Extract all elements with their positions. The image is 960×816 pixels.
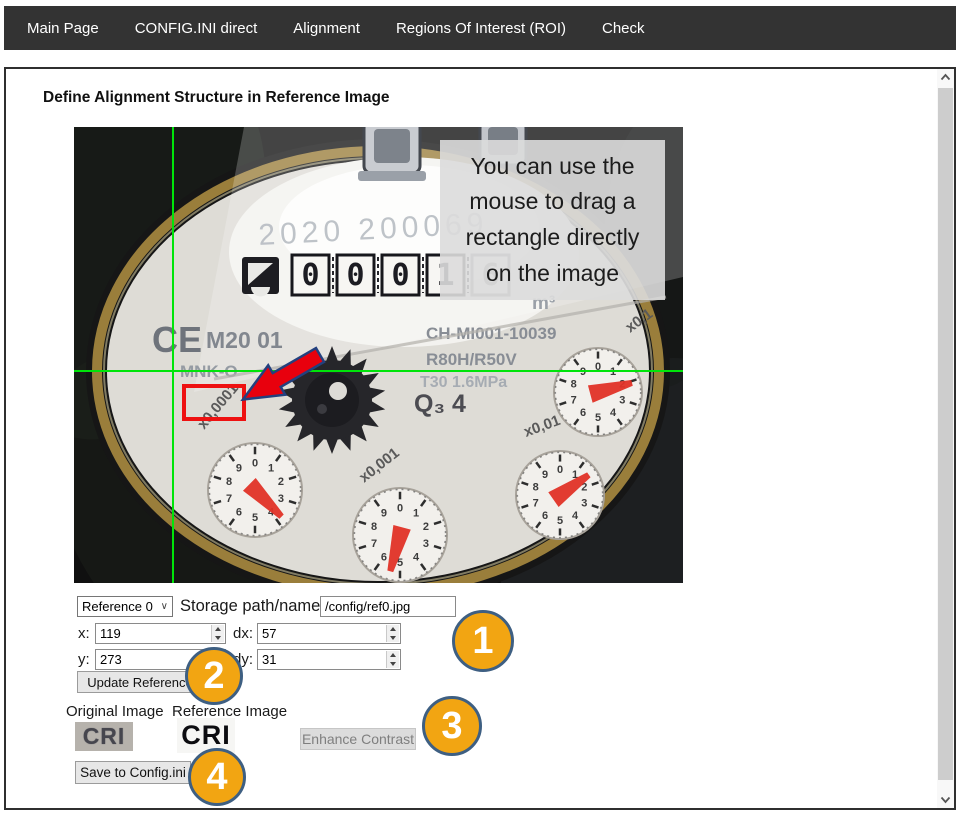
svg-text:0: 0 [557,464,563,476]
odometer-digit-box: 0 [382,255,423,295]
odometer-digit-box: 0 [337,255,378,295]
storage-path-label: Storage path/name: [180,597,325,616]
nav-regions-of-interest[interactable]: Regions Of Interest (ROI) [396,20,566,37]
svg-text:8: 8 [571,379,577,391]
meter-approval: M20 01 [206,327,283,353]
svg-text:0: 0 [397,502,403,514]
svg-text:5: 5 [595,412,601,424]
svg-text:6: 6 [236,507,242,519]
reference-image-canvas[interactable]: 2020 200069 00016 m³ CE M20 01 CH-MI001-… [74,127,683,583]
save-to-config-button[interactable]: Save to Config.ini [75,761,191,784]
svg-text:0: 0 [301,258,319,293]
tooltip-line: You can use the [440,149,665,185]
dy-spinner[interactable] [386,651,399,668]
storage-path-field-wrap [320,596,456,617]
chevron-down-icon: ∨ [161,601,168,612]
x-input[interactable] [96,624,225,643]
tooltip-line: mouse to drag a [440,184,665,220]
svg-text:1: 1 [268,462,274,474]
step-annotation-3: 3 [422,696,482,756]
y-label: y: [78,651,90,668]
dx-label: dx: [233,625,253,642]
reference-select-value: Reference 0 [82,599,153,614]
scrollbar-down-arrow-icon[interactable] [937,791,954,808]
app-root: Main Page CONFIG.INI direct Alignment Re… [0,0,960,816]
svg-text:4: 4 [572,510,579,522]
reference-select[interactable]: Reference 0 ∨ [77,596,173,617]
svg-text:5: 5 [252,512,258,524]
dx-input[interactable] [258,624,400,643]
svg-text:7: 7 [226,493,232,505]
frame-scrollbar [937,69,954,808]
svg-text:9: 9 [542,469,548,481]
svg-text:2: 2 [278,476,284,488]
dx-spinner[interactable] [386,625,399,642]
drag-hint-tooltip: You can use the mouse to drag a rectangl… [440,140,665,300]
page-title: Define Alignment Structure in Reference … [43,89,390,107]
enhance-contrast-button[interactable]: Enhance Contrast [300,728,416,750]
meter-model-code: CH-MI001-10039 [426,324,556,343]
odometer-digit-box: 0 [292,255,333,295]
svg-text:3: 3 [278,493,284,505]
svg-text:8: 8 [226,476,232,488]
meter-ce-mark: CE [152,319,202,360]
svg-text:3: 3 [581,497,587,509]
svg-text:4: 4 [413,552,420,564]
nav-alignment[interactable]: Alignment [293,20,360,37]
svg-text:6: 6 [381,552,387,564]
dy-field-wrap [257,649,401,670]
dy-input[interactable] [258,650,400,669]
svg-text:0: 0 [391,258,409,293]
svg-text:6: 6 [542,510,548,522]
dx-field-wrap [257,623,401,644]
svg-text:2: 2 [423,521,429,533]
x-label: x: [78,625,90,642]
nav-check[interactable]: Check [602,20,645,37]
step-annotation-4: 4 [188,748,246,806]
meter-flow-label: Q₃ 4 [414,390,466,418]
svg-text:6: 6 [580,407,586,419]
step-annotation-1: 1 [452,610,514,672]
tooltip-line: on the image [440,256,665,292]
x-spinner[interactable] [211,625,224,642]
nav-config-ini-direct[interactable]: CONFIG.INI direct [135,20,258,37]
svg-text:3: 3 [619,394,625,406]
scrollbar-up-arrow-icon[interactable] [937,69,954,86]
svg-text:1: 1 [413,507,419,519]
svg-text:7: 7 [371,538,377,550]
alignment-crosshair-vertical [172,127,174,583]
svg-text:5: 5 [557,515,563,527]
step-annotation-2: 2 [185,647,243,705]
x-field-wrap [95,623,226,644]
scrollbar-thumb[interactable] [938,88,953,780]
svg-text:7: 7 [533,497,539,509]
storage-path-input[interactable] [321,597,455,616]
svg-text:0: 0 [346,258,364,293]
svg-text:9: 9 [236,462,242,474]
tooltip-line: rectangle directly [440,220,665,256]
meter-pressure-rating: T30 1.6MPa [420,374,507,391]
svg-text:0: 0 [252,457,258,469]
original-image-label: Original Image [66,703,164,720]
alignment-roi-rectangle[interactable] [182,384,246,421]
svg-text:8: 8 [533,482,539,494]
svg-text:8: 8 [371,521,377,533]
svg-text:7: 7 [571,394,577,406]
top-nav: Main Page CONFIG.INI direct Alignment Re… [4,6,956,50]
svg-text:9: 9 [381,507,387,519]
svg-text:4: 4 [610,407,617,419]
nav-main-page[interactable]: Main Page [27,20,99,37]
reference-image-thumbnail: CRI [177,718,235,753]
meter-ratio-code: R80H/R50V [426,350,517,369]
svg-text:3: 3 [423,538,429,550]
original-image-thumbnail: CRI [75,722,133,751]
alignment-crosshair-horizontal [74,370,683,372]
